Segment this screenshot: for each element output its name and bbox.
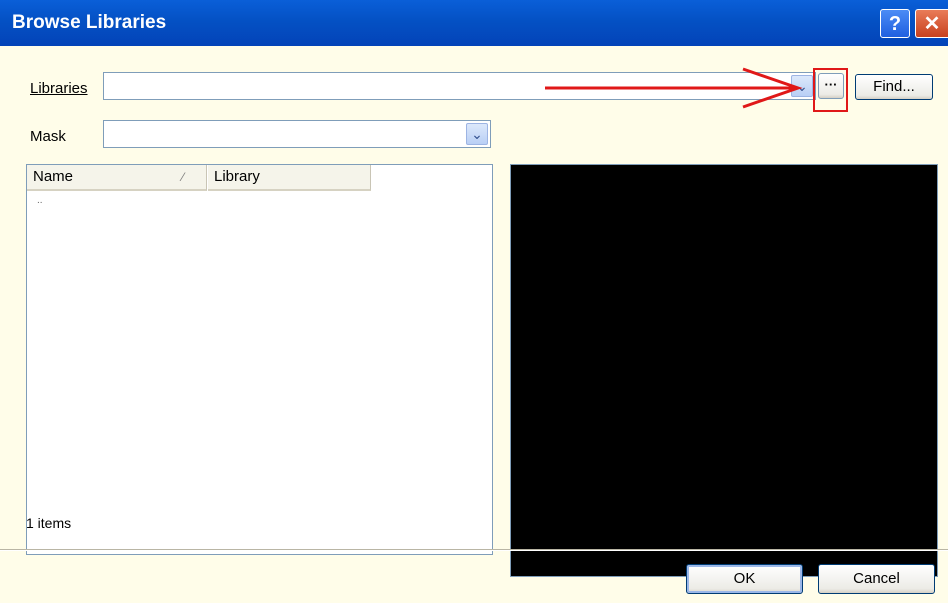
help-button[interactable]: ? [880,9,910,38]
list-item[interactable]: .. [37,195,43,206]
list-item-name: .. [37,195,43,206]
column-header-name[interactable]: Name ⁄ [27,165,207,191]
item-count: 1 items [26,515,72,531]
column-header-name-label: Name [33,168,74,185]
close-button[interactable]: ✕ [915,9,948,38]
sort-indicator-icon: ⁄ [182,170,185,184]
libraries-label: Libraries [30,80,88,97]
ok-button[interactable]: OK [686,564,803,594]
libraries-label-text: Libraries [30,80,88,97]
mask-dropdown-arrow-icon[interactable]: ⌄ [466,123,488,145]
mask-label: Mask [30,128,66,145]
component-list[interactable]: Name ⁄ Library .. [26,164,493,555]
column-header-spacer [372,165,492,191]
column-header-library[interactable]: Library [208,165,371,191]
window-title: Browse Libraries [12,12,167,33]
footer-divider [0,549,948,551]
cancel-button[interactable]: Cancel [818,564,935,594]
mask-label-text: Mask [30,128,66,145]
annotation-highlight-box [813,68,848,112]
find-button[interactable]: Find... [855,74,933,100]
title-bar: Browse Libraries ? ✕ [0,0,948,46]
dialog-body: Libraries ⌄ ··· Find... Mask ⌄ Name ⁄ Li… [0,46,948,603]
annotation-overlay [545,67,848,112]
component-preview [510,164,938,577]
mask-combobox[interactable]: ⌄ [103,120,491,148]
